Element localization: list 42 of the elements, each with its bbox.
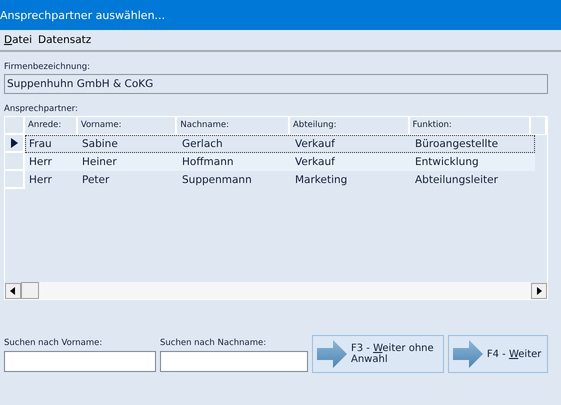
table-cell-text: Heiner xyxy=(81,155,118,170)
scroll-thumb[interactable] xyxy=(21,282,39,299)
row-selector[interactable] xyxy=(5,135,25,153)
column-header[interactable]: Nachname: xyxy=(177,117,290,135)
arrow-icon xyxy=(452,340,483,368)
search-field[interactable] xyxy=(4,351,156,372)
search-label: Suchen nach Vorname: xyxy=(4,338,102,348)
grid-label: Ansprechpartner: xyxy=(4,104,78,114)
table-cell-text: Abteilungsleiter xyxy=(414,173,499,188)
current-row-icon xyxy=(10,138,18,148)
horizontal-scrollbar[interactable] xyxy=(5,282,547,299)
scroll-right-icon[interactable] xyxy=(531,282,547,298)
table-cell-text: Marketing xyxy=(294,173,348,188)
search-label: Suchen nach Nachname: xyxy=(160,338,266,348)
table-cell-text: Suppenmann xyxy=(181,173,253,188)
next-button[interactable]: F4 - Weiter xyxy=(448,335,548,373)
column-header[interactable]: Funktion: xyxy=(410,117,532,135)
menu-item[interactable]: Datensatz xyxy=(36,34,94,46)
table-row[interactable]: Herr Heiner Hoffmann Verkauf Entwicklung xyxy=(25,153,535,171)
table-cell-text: Peter xyxy=(81,173,110,188)
table-cell-text: Verkauf xyxy=(294,137,336,152)
scroll-left-icon[interactable] xyxy=(5,282,21,298)
next-button[interactable]: F3 - Weiter ohne Anwahl xyxy=(312,335,444,373)
table-cell-text: Büroangestellte xyxy=(414,137,500,152)
company-field: Suppenhuhn GmbH & CoKG xyxy=(4,74,548,94)
menu-item[interactable]: Datei xyxy=(2,34,34,46)
column-header[interactable]: Vorname: xyxy=(78,117,178,135)
window-title: Ansprechpartner auswählen... xyxy=(0,8,166,22)
search-field[interactable] xyxy=(160,351,308,372)
table-cell-text: Sabine xyxy=(81,137,119,152)
column-header[interactable]: Abteilung: xyxy=(290,117,410,135)
table-cell-text: Frau xyxy=(28,137,53,152)
table-cell-text: Hoffmann xyxy=(181,155,235,170)
arrow-icon xyxy=(317,340,347,368)
table-cell-text: Entwicklung xyxy=(414,155,480,170)
field-label: Firmenbezeichnung: xyxy=(4,62,90,72)
table-cell-text: Verkauf xyxy=(294,155,336,170)
table-cell-text: Herr xyxy=(28,155,53,170)
table-cell-text: Gerlach xyxy=(181,137,224,152)
column-header[interactable]: Anrede: xyxy=(25,117,78,135)
table-row[interactable]: Herr Peter Suppenmann Marketing Abteilungsleiter xyxy=(25,171,535,189)
table-cell-text: Herr xyxy=(28,173,53,188)
